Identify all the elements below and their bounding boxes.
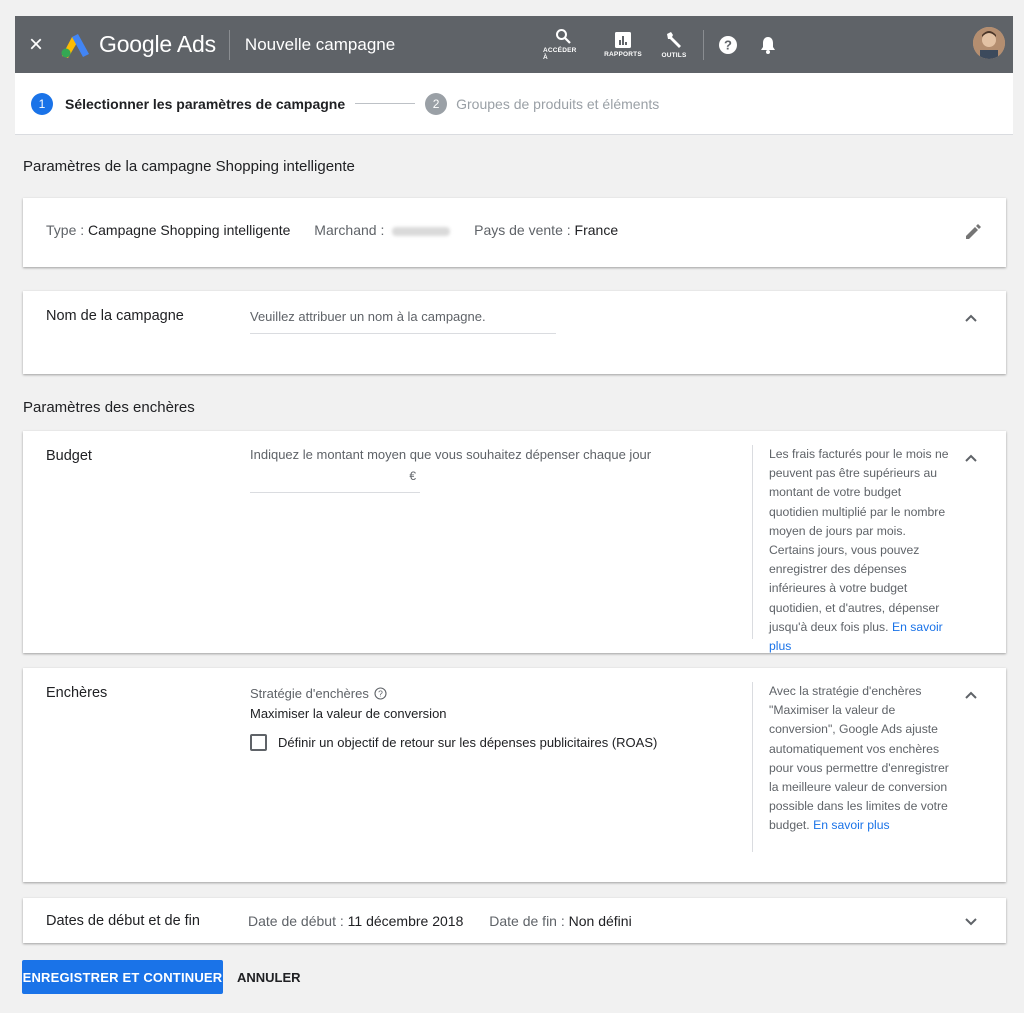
bids-learn-more-link[interactable]: En savoir plus <box>813 818 890 832</box>
chevron-down-icon[interactable] <box>964 916 978 926</box>
campaign-type-summary: Type : Campagne Shopping intelligente Ma… <box>46 222 618 238</box>
top-app-bar: × Google Ads Nouvelle campagne ACCÉDER À… <box>15 16 1013 73</box>
chevron-up-icon[interactable] <box>964 690 978 700</box>
header-divider-2 <box>703 29 704 60</box>
notifications-button[interactable] <box>756 16 780 73</box>
campaign-settings-title: Paramètres de la campagne Shopping intel… <box>23 158 355 175</box>
type-label: Type : <box>46 222 85 238</box>
nav-goto-label: ACCÉDER À <box>543 47 577 61</box>
bids-help-body: Avec la stratégie d'enchères "Maximiser … <box>769 684 949 833</box>
step-connector <box>355 103 416 104</box>
bid-strategy-value: Maximiser la valeur de conversion <box>250 706 447 721</box>
step-1-indicator: 1 <box>31 92 53 115</box>
step-2-label: Groupes de produits et éléments <box>456 95 660 112</box>
bell-icon <box>761 36 775 54</box>
reports-icon <box>615 31 631 48</box>
help-icon: ? <box>719 35 737 54</box>
step-2-indicator: 2 <box>425 92 448 115</box>
budget-help-body: Les frais facturés pour le mois ne peuve… <box>769 447 949 634</box>
end-date-label: Date de fin : <box>489 913 565 929</box>
nav-tools-button[interactable]: OUTILS <box>659 16 689 73</box>
merchant-value-redacted <box>392 226 451 236</box>
avatar-image <box>973 27 1005 59</box>
campaign-type-card: Type : Campagne Shopping intelligente Ma… <box>23 198 1006 267</box>
svg-text:?: ? <box>724 37 732 52</box>
budget-input[interactable]: € <box>250 469 420 493</box>
roas-checkbox-label: Définir un objectif de retour sur les dé… <box>278 735 658 750</box>
country-label: Pays de vente : <box>474 222 571 238</box>
chevron-up-icon[interactable] <box>964 313 978 323</box>
dates-label: Dates de début et de fin <box>46 913 200 929</box>
google-ads-logo <box>61 33 89 58</box>
dates-summary: Date de début : 11 décembre 2018 Date de… <box>248 913 632 929</box>
close-button[interactable]: × <box>17 30 55 58</box>
nav-tools-label: OUTILS <box>661 51 687 59</box>
campaign-name-card: Nom de la campagne Veuillez attribuer un… <box>23 291 1006 374</box>
nav-reports-button[interactable]: RAPPORTS <box>601 16 645 73</box>
bid-strategy-label-row: Stratégie d'enchères ? <box>250 686 387 701</box>
brand-name: Google Ads <box>99 31 216 57</box>
country-value: France <box>574 222 619 238</box>
budget-card: Budget Indiquez le montant moyen que vou… <box>23 431 1006 653</box>
close-icon: × <box>28 30 43 58</box>
roas-checkbox[interactable] <box>250 734 267 751</box>
bids-label: Enchères <box>46 685 108 701</box>
account-avatar[interactable] <box>973 27 1005 59</box>
help-circle-icon[interactable]: ? <box>374 687 387 700</box>
svg-text:?: ? <box>378 689 383 699</box>
wrench-icon <box>667 31 681 48</box>
start-date-label: Date de début : <box>248 913 344 929</box>
page-title: Nouvelle campagne <box>244 34 396 54</box>
header-divider <box>228 29 230 60</box>
merchant-label: Marchand : <box>314 222 385 238</box>
bids-help-text: Avec la stratégie d'enchères "Maximiser … <box>752 682 952 852</box>
budget-label: Budget <box>46 448 92 464</box>
chevron-up-icon[interactable] <box>964 453 978 463</box>
campaign-name-label: Nom de la campagne <box>46 308 184 324</box>
help-button[interactable]: ? <box>716 16 740 73</box>
roas-checkbox-row[interactable]: Définir un objectif de retour sur les dé… <box>250 734 657 751</box>
bids-card: Enchères Stratégie d'enchères ? Maximise… <box>23 668 1006 882</box>
edit-icon[interactable] <box>964 223 982 241</box>
budget-help-text: Les frais facturés pour le mois ne peuve… <box>752 445 952 653</box>
currency-symbol: € <box>409 469 416 483</box>
end-date-value: Non défini <box>568 913 632 929</box>
nav-goto-button[interactable]: ACCÉDER À <box>543 16 583 73</box>
save-and-continue-button[interactable]: ENREGISTRER ET CONTINUER <box>22 960 223 994</box>
search-icon <box>556 29 571 44</box>
nav-reports-label: RAPPORTS <box>604 50 642 58</box>
bid-strategy-label: Stratégie d'enchères <box>250 686 369 701</box>
budget-hint: Indiquez le montant moyen que vous souha… <box>250 447 652 462</box>
type-value: Campagne Shopping intelligente <box>88 222 291 238</box>
bidding-section-title: Paramètres des enchères <box>23 399 195 416</box>
step-1-label: Sélectionner les paramètres de campagne <box>65 95 346 112</box>
campaign-name-input[interactable]: Veuillez attribuer un nom à la campagne. <box>250 309 556 334</box>
dates-card: Dates de début et de fin Date de début :… <box>23 898 1006 943</box>
progress-stepper: 1 Sélectionner les paramètres de campagn… <box>15 73 1013 135</box>
cancel-button[interactable]: ANNULER <box>237 960 301 994</box>
start-date-value: 11 décembre 2018 <box>347 913 464 929</box>
